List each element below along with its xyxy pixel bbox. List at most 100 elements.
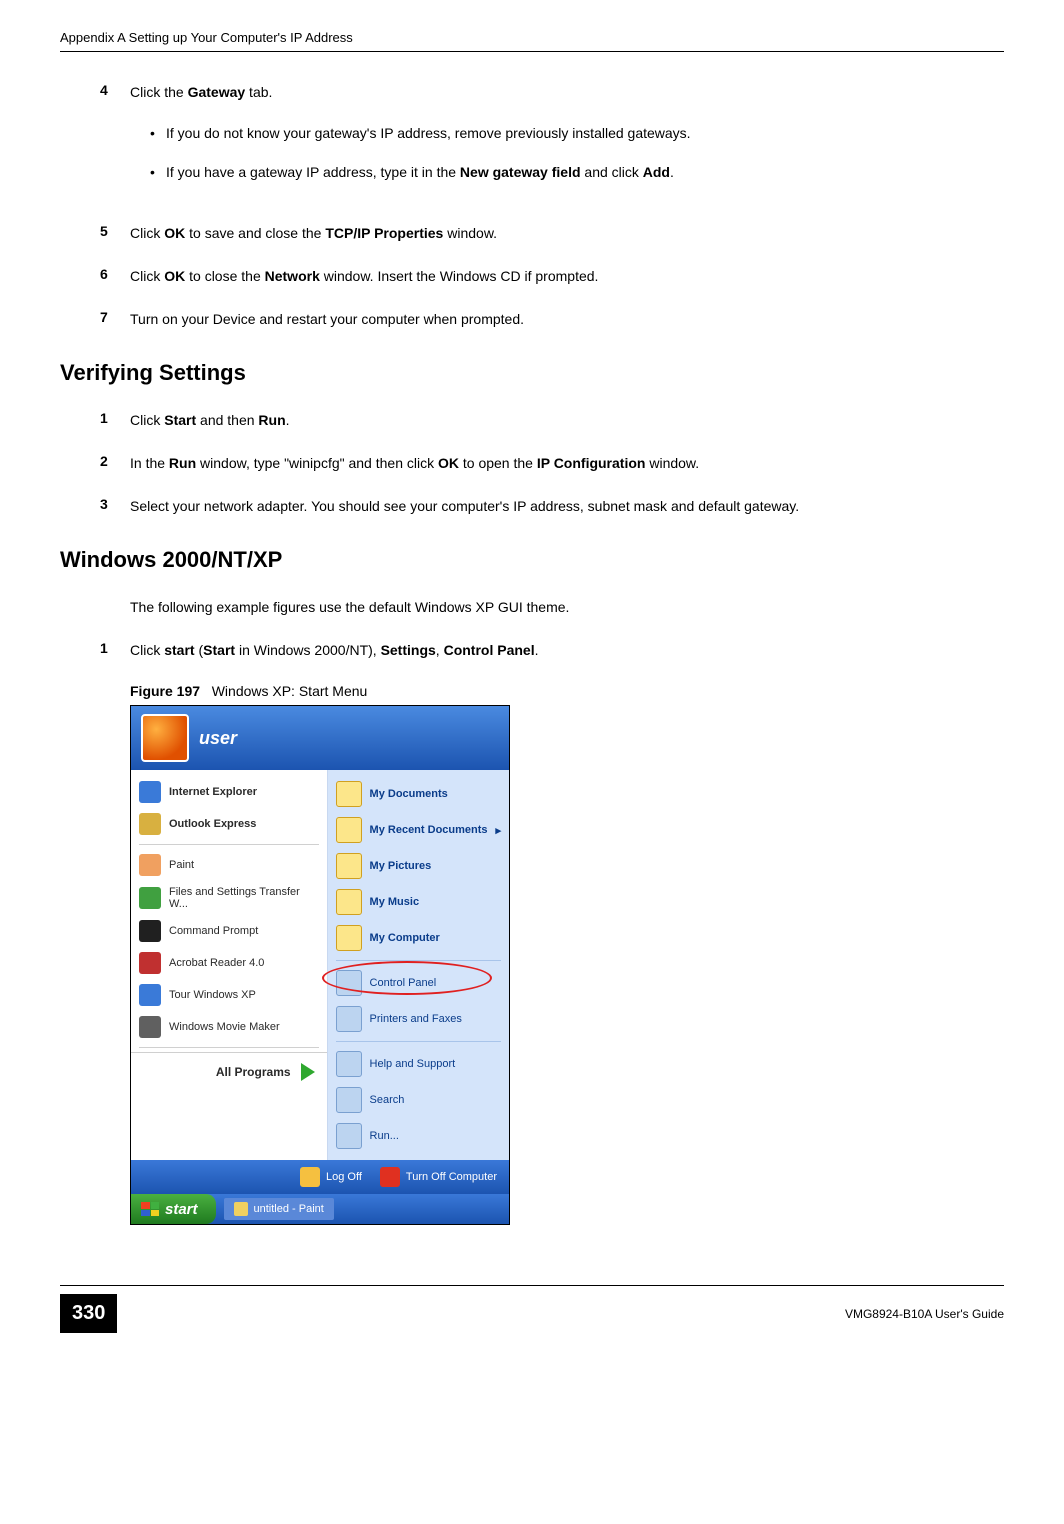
app-icon xyxy=(139,1016,161,1038)
start-menu-left-item[interactable]: Paint xyxy=(131,849,327,881)
menu-item-label: Help and Support xyxy=(370,1058,456,1070)
start-menu-right-item[interactable]: Printers and Faxes xyxy=(328,1001,509,1037)
page-number: 330 xyxy=(60,1294,117,1333)
start-menu-right-item[interactable]: Run... xyxy=(328,1118,509,1154)
page-footer: 330 VMG8924-B10A User's Guide xyxy=(60,1285,1004,1333)
intro-text: The following example figures use the de… xyxy=(130,597,1004,618)
menu-item-label: Search xyxy=(370,1094,405,1106)
menu-item-label: Acrobat Reader 4.0 xyxy=(169,957,264,969)
bullet-dot-icon: • xyxy=(150,162,166,183)
logoff-label: Log Off xyxy=(326,1171,362,1183)
step-number: 6 xyxy=(100,266,130,287)
all-programs-button[interactable]: All Programs xyxy=(131,1052,327,1091)
turnoff-icon xyxy=(380,1167,400,1187)
start-menu-right-item[interactable]: My Recent Documents▸ xyxy=(328,812,509,848)
figure-label: Figure 197 xyxy=(130,683,200,699)
step-number: 4 xyxy=(100,82,130,201)
header-text: Appendix A Setting up Your Computer's IP… xyxy=(60,30,1004,45)
username-label: user xyxy=(199,728,237,749)
step-list-3: 1Click start (Start in Windows 2000/NT),… xyxy=(60,640,1004,661)
step-number: 2 xyxy=(100,453,130,474)
control-panel-item[interactable]: Control Panel xyxy=(328,965,509,1001)
start-menu-left-item[interactable]: Windows Movie Maker xyxy=(131,1011,327,1043)
start-button[interactable]: start xyxy=(131,1194,216,1224)
start-menu-left-item[interactable]: Outlook Express xyxy=(131,808,327,840)
start-label: start xyxy=(165,1201,198,1218)
step-body: Select your network adapter. You should … xyxy=(130,496,1004,517)
bullet-list: •If you do not know your gateway's IP ad… xyxy=(130,123,1004,183)
start-menu-right-item[interactable]: Help and Support xyxy=(328,1046,509,1082)
step-number: 5 xyxy=(100,223,130,244)
start-menu-left-item[interactable]: Internet Explorer xyxy=(131,776,327,808)
step-list-1: 4Click the Gateway tab.•If you do not kn… xyxy=(60,82,1004,330)
folder-icon xyxy=(336,889,362,915)
bullet-text: If you do not know your gateway's IP add… xyxy=(166,123,691,144)
page-container: Appendix A Setting up Your Computer's IP… xyxy=(0,0,1064,1373)
app-icon xyxy=(139,781,161,803)
start-menu-right-item[interactable]: My Documents xyxy=(328,776,509,812)
app-icon xyxy=(139,984,161,1006)
logoff-button[interactable]: Log Off xyxy=(300,1167,362,1187)
paint-icon xyxy=(234,1202,248,1216)
arrow-right-icon xyxy=(301,1063,315,1081)
footer-text: VMG8924-B10A User's Guide xyxy=(845,1307,1004,1321)
taskbar-item[interactable]: untitled - Paint xyxy=(224,1198,334,1220)
page-header: Appendix A Setting up Your Computer's IP… xyxy=(60,30,1004,52)
folder-icon xyxy=(336,817,362,843)
user-avatar-icon xyxy=(141,714,189,762)
heading-verifying: Verifying Settings xyxy=(60,360,1004,386)
start-menu-bottom: Log Off Turn Off Computer xyxy=(131,1160,509,1194)
menu-item-label: Command Prompt xyxy=(169,925,258,937)
start-menu-header: user xyxy=(131,706,509,770)
start-menu-right-col: My Documents My Recent Documents▸ My Pictu… xyxy=(328,770,509,1160)
folder-icon xyxy=(336,925,362,951)
step-body: Click OK to close the Network window. In… xyxy=(130,266,1004,287)
figure-title: Windows XP: Start Menu xyxy=(212,683,368,699)
step-body: Click Start and then Run. xyxy=(130,410,1004,431)
start-menu-left-item[interactable]: Tour Windows XP xyxy=(131,979,327,1011)
step-item: 6Click OK to close the Network window. I… xyxy=(100,266,1004,287)
bullet-item: •If you do not know your gateway's IP ad… xyxy=(150,123,1004,144)
start-menu-right-item[interactable]: My Music xyxy=(328,884,509,920)
step-number: 1 xyxy=(100,640,130,661)
step-number: 7 xyxy=(100,309,130,330)
start-menu-left-item[interactable]: Files and Settings Transfer W... xyxy=(131,881,327,915)
menu-item-label: Windows Movie Maker xyxy=(169,1021,280,1033)
menu-item-label: Control Panel xyxy=(370,977,437,989)
app-icon xyxy=(139,952,161,974)
start-menu-body: Internet Explorer Outlook Express Paint Fil… xyxy=(131,770,509,1160)
menu-item-label: Files and Settings Transfer W... xyxy=(169,886,319,910)
figure-caption: Figure 197 Windows XP: Start Menu xyxy=(130,683,1004,699)
menu-item-label: My Documents xyxy=(370,788,448,800)
step-body: In the Run window, type "winipcfg" and t… xyxy=(130,453,1004,474)
folder-icon xyxy=(336,1051,362,1077)
step-body: Turn on your Device and restart your com… xyxy=(130,309,1004,330)
start-menu-left-col: Internet Explorer Outlook Express Paint Fil… xyxy=(131,770,328,1160)
turnoff-button[interactable]: Turn Off Computer xyxy=(380,1167,497,1187)
step-body: Click start (Start in Windows 2000/NT), … xyxy=(130,640,1004,661)
start-menu-right-item[interactable]: Search xyxy=(328,1082,509,1118)
step-item: 5Click OK to save and close the TCP/IP P… xyxy=(100,223,1004,244)
folder-icon xyxy=(336,853,362,879)
folder-icon xyxy=(336,970,362,996)
start-menu-right-item[interactable]: My Pictures xyxy=(328,848,509,884)
task-label: untitled - Paint xyxy=(254,1203,324,1215)
start-menu-right-item[interactable]: My Computer xyxy=(328,920,509,956)
all-programs-label: All Programs xyxy=(216,1065,291,1079)
step-number: 3 xyxy=(100,496,130,517)
menu-item-label: My Computer xyxy=(370,932,440,944)
step-item: 7Turn on your Device and restart your co… xyxy=(100,309,1004,330)
menu-item-label: Outlook Express xyxy=(169,818,256,830)
menu-item-label: Run... xyxy=(370,1130,399,1142)
start-menu-left-item[interactable]: Acrobat Reader 4.0 xyxy=(131,947,327,979)
heading-windows: Windows 2000/NT/XP xyxy=(60,547,1004,573)
submenu-arrow-icon: ▸ xyxy=(495,824,501,837)
step-item: 1Click start (Start in Windows 2000/NT),… xyxy=(100,640,1004,661)
menu-item-label: My Pictures xyxy=(370,860,432,872)
bullet-text: If you have a gateway IP address, type i… xyxy=(166,162,674,183)
figure-start-menu: user Internet Explorer Outlook Express Pai… xyxy=(130,705,510,1225)
bullet-dot-icon: • xyxy=(150,123,166,144)
folder-icon xyxy=(336,1123,362,1149)
step-number: 1 xyxy=(100,410,130,431)
start-menu-left-item[interactable]: Command Prompt xyxy=(131,915,327,947)
